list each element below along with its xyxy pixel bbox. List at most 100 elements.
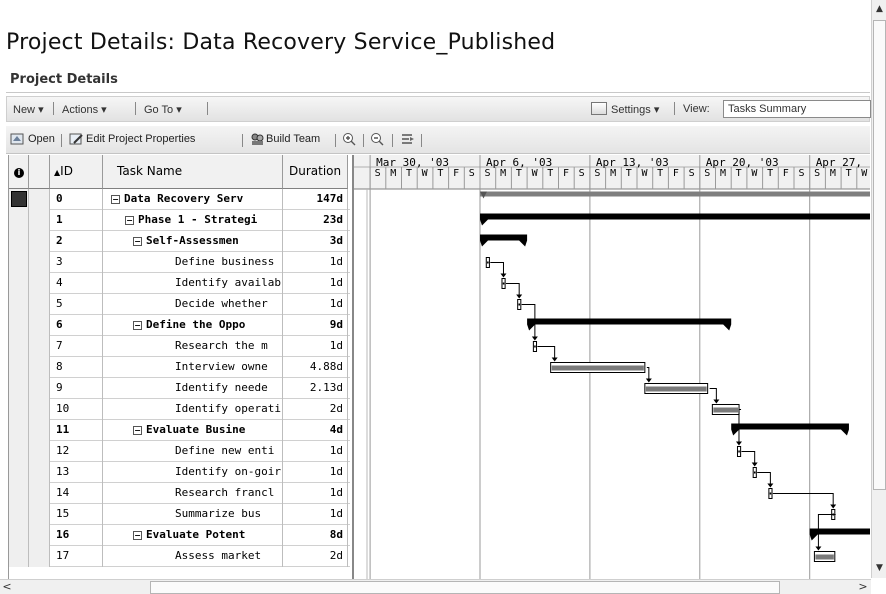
- row-info-cell: [9, 231, 29, 252]
- task-name-cell[interactable]: Research francl: [103, 483, 283, 504]
- dependency-line: [505, 283, 520, 296]
- task-duration-cell: 1d: [283, 336, 348, 357]
- timescale-day-label: M: [610, 168, 617, 179]
- zoom-in-icon[interactable]: [342, 132, 357, 146]
- collapse-icon[interactable]: −: [133, 237, 142, 246]
- row-info-cell: [9, 546, 29, 567]
- timescale-day-label: W: [861, 168, 868, 179]
- task-bar-fill: [738, 450, 740, 453]
- horizontal-scrollbar[interactable]: < >: [0, 579, 871, 594]
- task-row[interactable]: 9 Identify neede 2.13d: [9, 378, 350, 399]
- collapse-icon[interactable]: −: [111, 195, 120, 204]
- task-row[interactable]: 3 Define business 1d: [9, 252, 350, 273]
- task-name-cell[interactable]: − Phase 1 - Strategi: [103, 210, 283, 231]
- task-row[interactable]: 7 Research the m 1d: [9, 336, 350, 357]
- task-row[interactable]: 5 Decide whether 1d: [9, 294, 350, 315]
- task-name-cell[interactable]: Assess market: [103, 546, 283, 567]
- task-name-cell[interactable]: − Evaluate Busine: [103, 420, 283, 441]
- open-button[interactable]: Open: [28, 133, 55, 145]
- task-name-cell[interactable]: Define business: [103, 252, 283, 273]
- task-row[interactable]: 12 Define new enti 1d: [9, 441, 350, 462]
- row-indicator-cell: [29, 210, 50, 231]
- collapse-icon[interactable]: −: [133, 426, 142, 435]
- go-to-task-icon[interactable]: [400, 132, 415, 146]
- task-row[interactable]: 4 Identify availab 1d: [9, 273, 350, 294]
- info-column-header[interactable]: i: [9, 155, 29, 189]
- chevron-down-icon: ▾: [38, 104, 44, 116]
- zoom-out-icon[interactable]: [370, 132, 385, 146]
- row-indicator-cell: [29, 441, 50, 462]
- task-row[interactable]: 10 Identify operati 2d: [9, 399, 350, 420]
- scroll-down-icon[interactable]: ▼: [873, 561, 886, 575]
- summary-task-bar: [527, 318, 732, 325]
- edit-properties-button[interactable]: Edit Project Properties: [86, 133, 195, 145]
- summary-bar-endpoint: [840, 429, 849, 436]
- task-duration-cell: 4d: [283, 420, 348, 441]
- task-name-cell[interactable]: Define new enti: [103, 441, 283, 462]
- task-row[interactable]: 0− Data Recovery Serv 147d: [9, 189, 350, 210]
- task-duration-cell: 1d: [283, 252, 348, 273]
- summary-task-bar: [731, 423, 849, 430]
- indicator-column-header[interactable]: [29, 155, 50, 189]
- task-name-cell[interactable]: Identify on-goir: [103, 462, 283, 483]
- task-duration-cell: 147d: [283, 189, 348, 210]
- row-indicator-cell: [29, 378, 50, 399]
- vertical-scrollbar[interactable]: ▲ ▼: [871, 0, 886, 578]
- task-row[interactable]: 15 Summarize bus 1d: [9, 504, 350, 525]
- scroll-left-icon[interactable]: <: [0, 580, 14, 594]
- task-row[interactable]: 13 Identify on-goir 1d: [9, 462, 350, 483]
- task-name-cell[interactable]: Identify operati: [103, 399, 283, 420]
- task-duration-cell: 3d: [283, 231, 348, 252]
- task-id-cell: 14: [50, 483, 103, 504]
- vertical-scroll-thumb[interactable]: [873, 20, 886, 490]
- actions-menu[interactable]: Actions ▾: [62, 103, 107, 116]
- horizontal-scroll-thumb[interactable]: [150, 581, 780, 594]
- task-name-cell[interactable]: Identify availab: [103, 273, 283, 294]
- task-name-text: Assess market: [175, 549, 262, 562]
- timescale-day-label: T: [735, 168, 742, 179]
- task-id-cell: 0: [50, 189, 103, 210]
- toolbar-separator: [242, 134, 243, 147]
- task-name-cell[interactable]: Interview owne: [103, 357, 283, 378]
- task-name-cell[interactable]: − Define the Oppo: [103, 315, 283, 336]
- task-row[interactable]: 1− Phase 1 - Strategi 23d: [9, 210, 350, 231]
- scroll-up-icon[interactable]: ▲: [873, 2, 886, 16]
- task-name-cell[interactable]: Decide whether: [103, 294, 283, 315]
- goto-menu[interactable]: Go To ▾: [144, 103, 182, 116]
- task-name-cell[interactable]: Identify neede: [103, 378, 283, 399]
- timescale-day-label: T: [437, 168, 444, 179]
- task-bar-fill: [487, 261, 489, 264]
- task-name-cell[interactable]: − Evaluate Potent: [103, 525, 283, 546]
- task-duration-cell: 2d: [283, 546, 348, 567]
- menu-separator: [135, 102, 136, 115]
- task-row[interactable]: 6− Define the Oppo 9d: [9, 315, 350, 336]
- collapse-icon[interactable]: −: [133, 531, 142, 540]
- task-grid: i ▲ID Task Name Duration 0− Data Recovery…: [8, 155, 350, 579]
- task-name-cell[interactable]: Research the m: [103, 336, 283, 357]
- toolbar-separator: [421, 134, 422, 147]
- task-name-cell[interactable]: − Self-Assessmen: [103, 231, 283, 252]
- id-column-header[interactable]: ▲ID: [50, 155, 103, 189]
- task-row[interactable]: 16− Evaluate Potent 8d: [9, 525, 350, 546]
- settings-menu[interactable]: Settings ▾: [611, 103, 659, 116]
- row-indicator-cell: [29, 252, 50, 273]
- task-row[interactable]: 11− Evaluate Busine 4d: [9, 420, 350, 441]
- task-name-cell[interactable]: Summarize bus: [103, 504, 283, 525]
- task-row[interactable]: 2− Self-Assessmen 3d: [9, 231, 350, 252]
- task-bar-fill: [769, 492, 772, 495]
- build-team-button[interactable]: Build Team: [266, 133, 320, 145]
- task-row[interactable]: 8 Interview owne 4.88d: [9, 357, 350, 378]
- task-row[interactable]: 14 Research francl 1d: [9, 483, 350, 504]
- dependency-arrowhead: [735, 441, 742, 446]
- task-id-cell: 8: [50, 357, 103, 378]
- task-name-column-header[interactable]: Task Name: [103, 155, 283, 189]
- collapse-icon[interactable]: −: [125, 216, 134, 225]
- new-menu[interactable]: New ▾: [13, 103, 44, 116]
- duration-column-header[interactable]: Duration: [283, 155, 348, 189]
- task-name-cell[interactable]: − Data Recovery Serv: [103, 189, 283, 210]
- task-id-cell: 2: [50, 231, 103, 252]
- view-select[interactable]: Tasks Summary: [723, 100, 871, 118]
- task-row[interactable]: 17 Assess market 2d: [9, 546, 350, 567]
- scroll-right-icon[interactable]: >: [856, 580, 870, 594]
- collapse-icon[interactable]: −: [133, 321, 142, 330]
